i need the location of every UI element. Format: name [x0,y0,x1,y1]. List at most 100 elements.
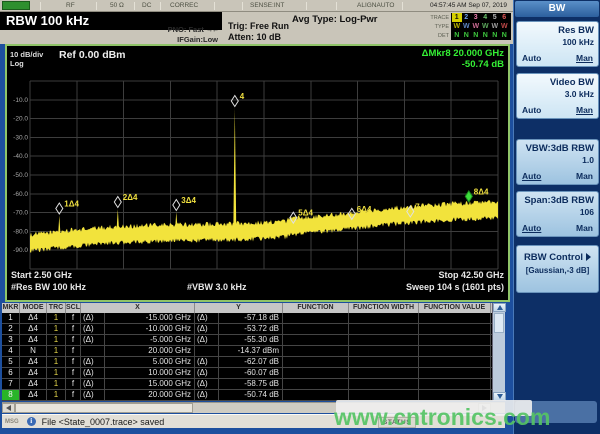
type-4-indicator[interactable]: W [481,22,491,31]
y-axis-label: -70.0 [13,210,28,217]
status-separator [96,2,97,10]
cell: Δ4 [20,357,47,367]
trace-5-indicator[interactable]: 5 [490,13,500,22]
stop-freq-label: Stop 42.50 GHz [438,270,504,280]
marker-table-row-7[interactable]: 7 Δ4 1 f (Δ) 15.000 GHz (Δ) -58.75 dB [2,379,505,390]
trace-6-indicator[interactable]: 6 [500,13,510,22]
cell: -58.75 dB [219,379,283,389]
scroll-left-icon[interactable] [2,403,15,413]
man-option[interactable]: Man [576,223,593,233]
auto-option[interactable]: Auto [522,223,541,233]
signal-spike-3 [174,212,178,233]
cell: f [66,324,81,334]
cell: 15.000 GHz [105,379,195,389]
cell: (Δ) [81,313,105,323]
cell [349,357,419,367]
trace-indicator-block[interactable]: TRACE 1 2 3 4 5 6 TYPE W W W W W W DET N N N N N N [425,13,511,40]
type-values[interactable]: WWWWWW [451,22,511,31]
col-header-mkr: MKR [2,303,20,313]
marker-table-row-6[interactable]: 6 Δ4 1 f (Δ) 10.000 GHz (Δ) -60.07 dB [2,368,505,379]
trace-type-row: TYPE W W W W W W [425,22,511,31]
softkey-res-bw[interactable]: Res BW 100 kHz Auto Man [516,21,599,67]
type-5-indicator[interactable]: W [490,22,500,31]
horizontal-scroll-thumb[interactable] [15,403,193,413]
marker-diamond-3[interactable] [172,198,181,212]
softkey-value: 3.0 kHz [564,89,594,99]
softkey-value: [Gaussian,-3 dB] [525,266,590,275]
cell: Δ4 [20,368,47,378]
trace-label: TRACE [430,14,449,21]
spectrum-plot: -10.0 -20.0 -30.0 -40.0 -50.0 -60.0 -70.0 -80.0… [13,80,499,270]
marker-diamond-4[interactable] [230,94,239,108]
pno-annotation: PNO: Fast →← IFGain:Low [118,25,219,44]
softkey-title: Video BW [549,77,594,88]
marker-table-row-5[interactable]: 5 Δ4 1 f (Δ) 5.000 GHz (Δ) -62.07 dB [2,357,505,368]
marker-table-row-3[interactable]: 3 Δ4 1 f (Δ) -5.000 GHz (Δ) -55.30 dB [2,335,505,346]
marker-table-row-4[interactable]: 4 N 1 f 20.000 GHz -14.37 dBm [2,346,505,357]
cell [419,379,491,389]
type-6-indicator[interactable]: W [500,22,510,31]
det-6-indicator[interactable]: N [500,31,510,40]
scroll-up-icon[interactable] [493,303,506,312]
softkey-rbw-control[interactable]: RBW Control [Gaussian,-3 dB] [516,245,599,293]
man-option[interactable]: Man [576,53,593,63]
det-2-indicator[interactable]: N [462,31,472,40]
marker-diamond-8[interactable] [464,189,473,203]
cell [419,357,491,367]
det-4-indicator[interactable]: N [481,31,491,40]
cell [419,368,491,378]
marker-table-row-2[interactable]: 2 Δ4 1 f (Δ) -10.000 GHz (Δ) -53.72 dB [2,324,505,335]
cell: -57.18 dB [219,313,283,323]
cell: 20.000 GHz [105,390,195,400]
submenu-arrow-icon [586,253,592,262]
auto-option[interactable]: Auto [522,105,541,115]
atten-label: Atten: 10 dB [228,31,282,42]
det-3-indicator[interactable]: N [471,31,481,40]
cell [349,346,419,356]
scale-label: 10 dB/div [10,50,44,59]
softkey-video-bw[interactable]: Video BW 3.0 kHz Auto Man [516,73,599,119]
marker-diamond-2[interactable] [113,195,122,209]
cell: -53.72 dB [219,324,283,334]
type-2-indicator[interactable]: W [462,22,472,31]
status-separator [336,2,337,10]
panel-header-bw: BW [515,1,599,17]
trace-values[interactable]: 123456 [451,13,511,22]
trace-3-indicator[interactable]: 3 [471,13,481,22]
softkey-value: 1.0 [582,155,594,165]
auto-option[interactable]: Auto [522,171,541,181]
det-5-indicator[interactable]: N [490,31,500,40]
trace-1-indicator[interactable]: 1 [452,13,462,22]
signal-spike-4 [233,108,237,232]
trace-4-indicator[interactable]: 4 [481,13,491,22]
cell: 20.000 GHz [105,346,195,356]
det-values[interactable]: NNNNNN [451,31,511,40]
cell: 6 [2,368,20,378]
status-item-sense-int: SENSE:INT [250,2,285,9]
type-3-indicator[interactable]: W [471,22,481,31]
trace-trace-row: TRACE 1 2 3 4 5 6 [425,13,511,22]
cell: (Δ) [195,335,219,345]
cell [419,335,491,345]
cell: -5.000 GHz [105,335,195,345]
softkey-span-3db-rbw[interactable]: Span:3dB RBW 106 Auto Man [516,191,599,237]
table-vertical-scrollbar[interactable] [492,303,506,401]
col-header-trc: TRC [47,303,66,313]
type-1-indicator[interactable]: W [452,22,462,31]
vertical-scroll-thumb[interactable] [494,313,504,333]
softkey-vbw-3db-rbw[interactable]: VBW:3dB RBW 1.0 Auto Man [516,139,599,185]
spectrum-display: -10.0 -20.0 -30.0 -40.0 -50.0 -60.0 -70.0 -80.0… [5,44,510,302]
marker-table-body: 1 Δ4 1 f (Δ) -15.000 GHz (Δ) -57.18 dB 2 Δ4 1 f (Δ) -… [2,313,505,401]
status-item-rf: RF [66,2,75,9]
cell: f [66,357,81,367]
man-option[interactable]: Man [576,171,593,181]
cell: 8 [2,390,20,400]
trace-2-indicator[interactable]: 2 [462,13,472,22]
man-option[interactable]: Man [576,105,593,115]
cell [349,313,419,323]
cell: Δ4 [20,313,47,323]
status-separator [402,2,403,10]
det-1-indicator[interactable]: N [452,31,462,40]
auto-option[interactable]: Auto [522,53,541,63]
marker-table-row-1[interactable]: 1 Δ4 1 f (Δ) -15.000 GHz (Δ) -57.18 dB [2,313,505,324]
